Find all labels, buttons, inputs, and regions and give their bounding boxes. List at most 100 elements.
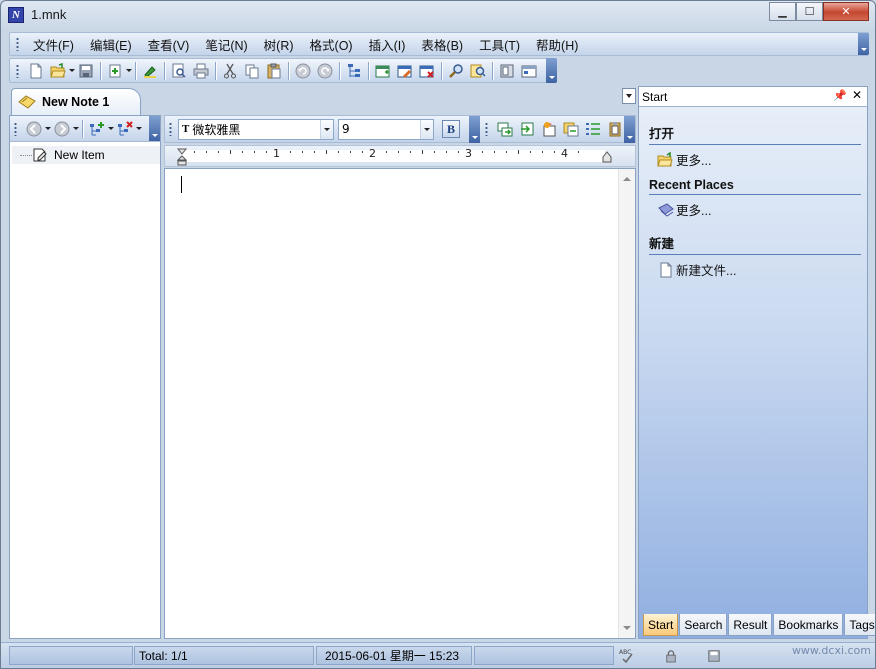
redo-button[interactable] bbox=[315, 61, 335, 81]
toolbar-options-button[interactable] bbox=[546, 58, 557, 83]
new-file-button[interactable] bbox=[26, 61, 46, 81]
back-dropdown-button[interactable] bbox=[45, 119, 51, 139]
tree-view-button[interactable] bbox=[344, 61, 364, 81]
menu-format[interactable]: 格式(O) bbox=[302, 35, 361, 54]
note-editor[interactable] bbox=[164, 168, 636, 639]
recent-places-more-link[interactable]: 更多... bbox=[657, 200, 861, 219]
scroll-up-icon[interactable] bbox=[623, 177, 631, 181]
clipboard-button[interactable] bbox=[605, 119, 625, 139]
open-button[interactable] bbox=[48, 61, 68, 81]
task-pane-tabs: Start Search Result Bookmarks Tags bbox=[643, 614, 875, 636]
maximize-button[interactable]: ☐ bbox=[796, 2, 823, 21]
redo-icon bbox=[317, 63, 333, 78]
font-size-dropdown[interactable] bbox=[420, 119, 433, 139]
toolbar-separator bbox=[492, 61, 493, 80]
new-file-icon bbox=[660, 262, 672, 277]
ruler-tick bbox=[530, 151, 531, 153]
forward-button[interactable] bbox=[52, 119, 72, 139]
font-name-dropdown[interactable] bbox=[320, 119, 333, 139]
menubar-grip[interactable] bbox=[16, 37, 19, 51]
tabs-dropdown-button[interactable] bbox=[622, 88, 636, 104]
add-tree-item-button[interactable] bbox=[87, 119, 107, 139]
notebook-button[interactable] bbox=[497, 61, 517, 81]
document-tab[interactable]: New Note 1 bbox=[11, 88, 141, 115]
delete-note-button[interactable] bbox=[417, 61, 437, 81]
left-indent-marker-icon[interactable] bbox=[177, 148, 187, 166]
lock-icon[interactable] bbox=[661, 646, 681, 665]
find-button[interactable] bbox=[446, 61, 466, 81]
delete-tree-item-dropdown-button[interactable] bbox=[136, 119, 142, 139]
toolbar-separator bbox=[82, 119, 83, 138]
ruler-tick bbox=[362, 151, 363, 153]
format-toolbar-grip[interactable] bbox=[169, 122, 172, 136]
scroll-down-icon[interactable] bbox=[623, 626, 631, 630]
menu-tools[interactable]: 工具(T) bbox=[471, 35, 528, 54]
tab-tags[interactable]: Tags bbox=[844, 614, 875, 636]
copy-to-note-button[interactable] bbox=[495, 119, 515, 139]
new-file-label: 新建文件... bbox=[676, 264, 737, 278]
task-pane: Start 📌 ✕ 打开 更多... Recent Places 更多... 新… bbox=[638, 86, 875, 639]
save-button[interactable] bbox=[76, 61, 96, 81]
open-dropdown-button[interactable] bbox=[69, 61, 75, 81]
menu-table[interactable]: 表格(B) bbox=[413, 35, 471, 54]
ruler-tick bbox=[578, 151, 579, 153]
menu-edit[interactable]: 编辑(E) bbox=[82, 35, 140, 54]
print-button[interactable] bbox=[191, 61, 211, 81]
tab-bookmarks[interactable]: Bookmarks bbox=[773, 614, 844, 636]
forward-dropdown-button[interactable] bbox=[73, 119, 79, 139]
back-button[interactable] bbox=[24, 119, 44, 139]
spellcheck-icon[interactable]: ABC bbox=[617, 646, 637, 665]
font-name-select[interactable]: T 微软雅黑 bbox=[178, 118, 334, 140]
bold-button[interactable]: B bbox=[442, 120, 460, 138]
task-pane-close-icon[interactable]: ✕ bbox=[852, 88, 862, 102]
status-save-icon[interactable] bbox=[704, 646, 724, 665]
right-indent-marker-icon[interactable] bbox=[602, 151, 612, 163]
import-button[interactable] bbox=[105, 61, 125, 81]
move-to-note-button[interactable] bbox=[517, 119, 537, 139]
format-toolbar-options-button[interactable] bbox=[469, 115, 480, 143]
tree-toolbar-options-button[interactable] bbox=[149, 116, 160, 141]
new-file-link[interactable]: 新建文件... bbox=[657, 260, 861, 279]
tab-result[interactable]: Result bbox=[728, 614, 773, 636]
tab-start[interactable]: Start bbox=[643, 614, 679, 636]
note-toolbar-grip[interactable] bbox=[485, 122, 488, 136]
note-toolbar-options-button[interactable] bbox=[624, 116, 635, 143]
print-preview-button[interactable] bbox=[169, 61, 189, 81]
menu-file[interactable]: 文件(F) bbox=[25, 35, 82, 54]
font-size-select[interactable]: 9 bbox=[338, 118, 434, 140]
menu-view[interactable]: 查看(V) bbox=[140, 35, 198, 54]
toolbar-grip[interactable] bbox=[16, 63, 19, 78]
ruler[interactable]: 1 2 3 4 bbox=[164, 145, 636, 167]
paste-button[interactable] bbox=[264, 61, 284, 81]
menu-help[interactable]: 帮助(H) bbox=[528, 35, 586, 54]
new-child-note-button[interactable] bbox=[539, 119, 559, 139]
import-dropdown-button[interactable] bbox=[126, 61, 132, 81]
copy-to-note-icon bbox=[497, 122, 513, 137]
tree-toolbar-grip[interactable] bbox=[14, 121, 17, 136]
calendar-button[interactable] bbox=[519, 61, 539, 81]
tab-search[interactable]: Search bbox=[679, 614, 728, 636]
undo-button[interactable] bbox=[293, 61, 313, 81]
find-replace-button[interactable] bbox=[468, 61, 488, 81]
ruler-tick bbox=[290, 151, 291, 153]
menu-tree[interactable]: 树(R) bbox=[256, 35, 302, 54]
add-tree-item-dropdown-button[interactable] bbox=[108, 119, 114, 139]
text-caret bbox=[181, 176, 182, 193]
close-button[interactable]: ✕ bbox=[823, 2, 869, 21]
highlight-button[interactable] bbox=[140, 61, 160, 81]
menu-note[interactable]: 笔记(N) bbox=[197, 35, 255, 54]
attachment-button[interactable] bbox=[561, 119, 581, 139]
new-note-button[interactable] bbox=[373, 61, 393, 81]
menubar-options-button[interactable] bbox=[858, 33, 869, 55]
open-more-link[interactable]: 更多... bbox=[657, 150, 861, 169]
cut-button[interactable] bbox=[220, 61, 240, 81]
editor-vertical-scrollbar[interactable] bbox=[618, 169, 635, 638]
tree-item[interactable]: New Item bbox=[12, 146, 160, 164]
minimize-button[interactable]: ▁ bbox=[769, 2, 796, 21]
delete-tree-item-button[interactable] bbox=[115, 119, 135, 139]
copy-button[interactable] bbox=[242, 61, 262, 81]
edit-note-button[interactable] bbox=[395, 61, 415, 81]
pin-icon[interactable]: 📌 bbox=[833, 89, 847, 102]
menu-insert[interactable]: 插入(I) bbox=[361, 35, 414, 54]
list-button[interactable] bbox=[583, 119, 603, 139]
